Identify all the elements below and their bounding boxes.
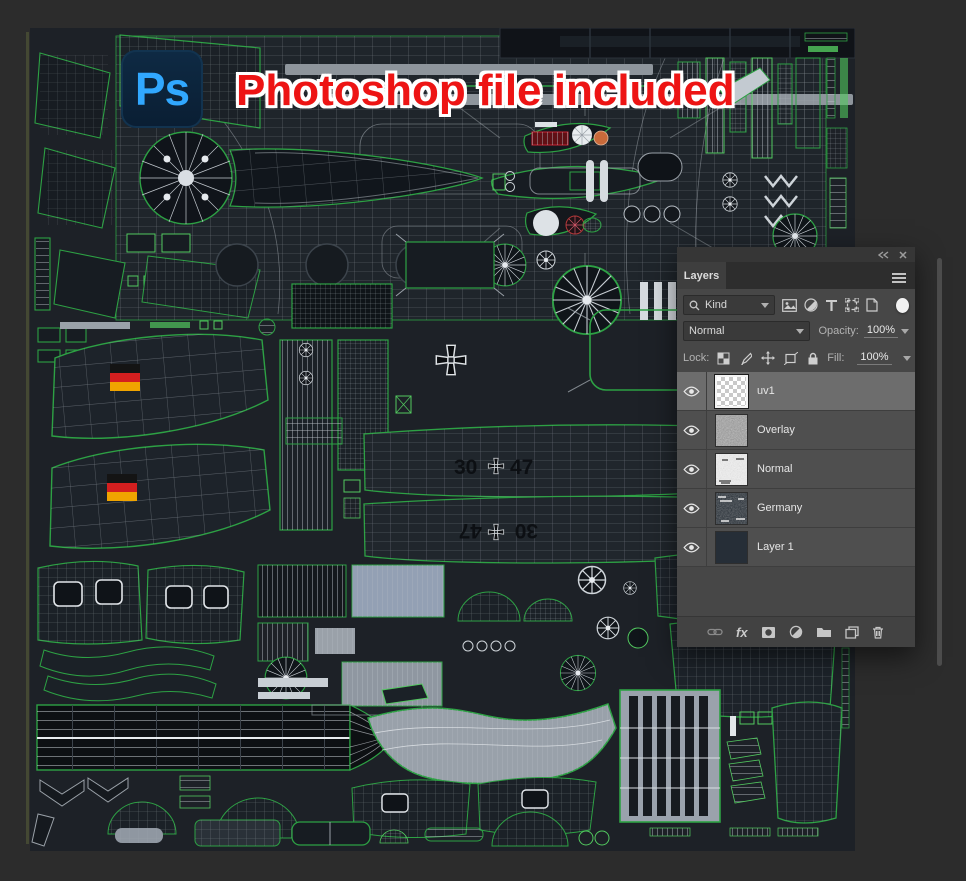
banner-text: Photoshop file included [236,66,735,115]
vertical-scrollbar[interactable] [937,258,942,666]
visibility-toggle[interactable] [677,450,707,488]
panel-tab-row: Layers [677,262,915,289]
opacity-label: Opacity: [818,325,859,337]
lock-artboard-icon[interactable] [784,351,799,365]
lock-label: Lock: [683,352,710,364]
eye-icon [683,386,700,396]
new-layer-icon[interactable] [844,625,859,639]
panel-title-bar [677,247,915,262]
filter-toggle[interactable] [896,297,909,313]
layer-thumbnail[interactable] [714,373,749,409]
new-adjustment-layer-icon[interactable] [789,625,803,639]
layer-row-normal[interactable]: Normal [677,450,915,489]
layer-filter-row: Kind [677,295,915,315]
filter-type-layers-icon[interactable] [825,299,838,311]
search-icon [689,300,700,311]
new-group-icon[interactable] [816,626,832,638]
layer-name[interactable]: Germany [757,502,802,514]
filter-kind-dropdown[interactable]: Kind [683,295,775,315]
chevron-down-icon [795,328,804,334]
layer-row-overlay[interactable]: Overlay [677,411,915,450]
lock-pixels-brush-icon[interactable] [739,352,753,365]
german-flag [107,474,137,501]
uv-top-bar [499,28,855,59]
tab-layers[interactable]: Layers [677,262,726,289]
svg-text:47: 47 [459,519,482,542]
chevron-down-icon[interactable] [902,355,911,361]
photoshop-workspace: { "canvas": { "logo_text": "Ps", "banner… [0,0,966,881]
panel-footer: fx [677,616,915,647]
layer-style-button[interactable]: fx [736,625,748,640]
layer-name[interactable]: Normal [757,463,792,475]
uv-aircraft-code-left: 30 [454,456,477,479]
eye-icon [683,464,700,474]
eye-icon [683,425,700,435]
visibility-toggle[interactable] [677,372,707,410]
close-panel-icon[interactable] [899,250,907,259]
add-layer-mask-icon[interactable] [761,626,776,639]
lock-all-icon[interactable] [807,352,819,365]
layer-thumbnail[interactable] [715,491,748,525]
layers-panel: Layers Kind Normal Opacity: 100% Lock: F… [677,247,915,647]
layer-list-empty-area [677,567,915,616]
visibility-toggle[interactable] [677,528,707,566]
chevron-down-icon [761,302,769,308]
layer-name[interactable]: Overlay [757,424,795,436]
lock-row: Lock: Fill: 100% [677,349,915,367]
uv-aircraft-code-right: 47 [510,456,533,479]
layer-name[interactable]: Layer 1 [757,541,794,553]
layer-list: uv1 Overlay Normal Germany Layer 1 [677,372,915,567]
uv-dome-cluster [457,565,649,692]
canvas-edge-line [26,32,29,844]
blend-mode-dropdown[interactable]: Normal [683,321,810,341]
svg-text:30: 30 [515,519,538,542]
blend-mode-row: Normal Opacity: 100% [677,321,915,341]
uv-balkenkreuz [435,344,467,376]
uv-belly-band [36,704,423,771]
uv-wing-lower [49,443,271,549]
filter-shape-layers-icon[interactable] [845,298,859,312]
lock-transparency-icon[interactable] [717,352,730,365]
eye-icon [683,542,700,552]
layer-row-layer1[interactable]: Layer 1 [677,528,915,567]
photoshop-logo: Ps [121,50,203,128]
filter-kind-label: Kind [705,299,728,311]
filter-pixel-layers-icon[interactable] [782,298,797,312]
fill-label: Fill: [827,352,845,364]
fill-value[interactable]: 100% [857,351,892,365]
layer-row-uv1[interactable]: uv1 [677,372,915,411]
layer-row-germany[interactable]: Germany [677,489,915,528]
link-layers-icon[interactable] [707,627,723,637]
uv-cowling [367,683,617,785]
opacity-value[interactable]: 100% [863,324,898,338]
filter-smart-objects-icon[interactable] [866,298,878,312]
delete-layer-icon[interactable] [872,626,884,639]
blend-mode-value: Normal [689,325,725,337]
panel-menu-icon[interactable] [892,273,906,275]
layer-thumbnail[interactable] [715,452,748,486]
collapse-panel-icon[interactable] [878,250,889,259]
uv-wing-upper [51,333,269,439]
eye-icon [683,503,700,513]
visibility-toggle[interactable] [677,411,707,449]
chevron-down-icon[interactable] [901,328,909,334]
layer-thumbnail[interactable] [715,530,748,564]
uv-canopy-parts [37,560,245,702]
filter-adjustment-layers-icon[interactable] [804,298,818,312]
layer-name[interactable]: uv1 [757,385,775,397]
layer-thumbnail[interactable] [715,413,748,447]
lock-position-icon[interactable] [761,351,776,365]
visibility-toggle[interactable] [677,489,707,527]
german-flag [110,364,140,391]
